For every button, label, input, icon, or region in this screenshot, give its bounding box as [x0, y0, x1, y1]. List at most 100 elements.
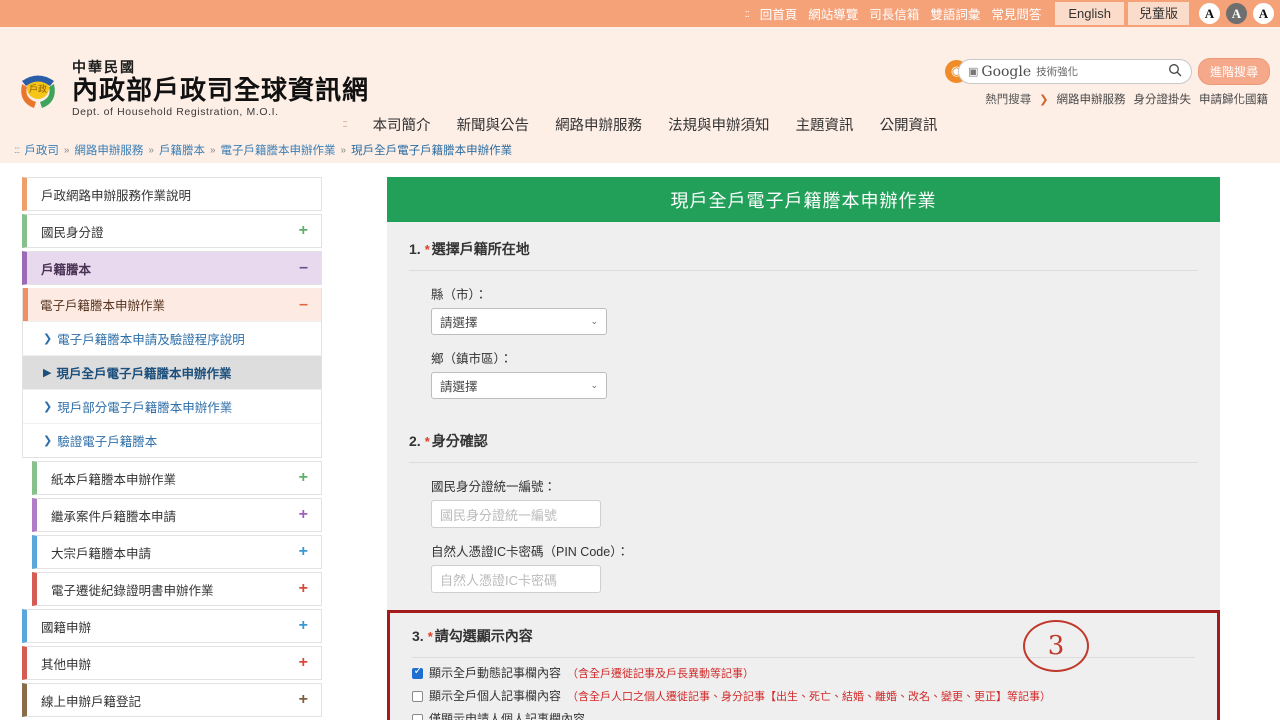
top-link-mailbox[interactable]: 司長信箱	[869, 4, 919, 23]
search-area: ▣ Google 技術強化 進階搜尋	[957, 58, 1270, 85]
nav-item-topics[interactable]: 主題資訊	[796, 114, 854, 135]
sidebar-item-household-transcript[interactable]: 戶籍謄本 –	[22, 251, 322, 285]
sidebar-item-label: 國民身分證	[41, 225, 104, 240]
chevron-right-icon: ❯	[43, 435, 53, 447]
advanced-search-button[interactable]: 進階搜尋	[1197, 58, 1270, 85]
sidebar-item-label: 戶籍謄本	[41, 262, 92, 277]
plus-icon: +	[298, 222, 308, 239]
sidebar-subhead-label: 電子戶籍謄本申辦作業	[40, 299, 166, 313]
form-section-3: 3. * 請勾選顯示內容 顯示全戶動態記事欄內容 （含全戶遷徙記事及戶長異動等記…	[387, 610, 1220, 720]
sidebar-leaf-partial-household[interactable]: ❯ 現戶部分電子戶籍謄本申辦作業	[23, 389, 321, 423]
breadcrumb-item-2[interactable]: 戶籍謄本	[159, 142, 205, 158]
sidebar-item-inheritance-transcript[interactable]: 繼承案件戶籍謄本申請 +	[32, 498, 322, 532]
nav-item-open-data[interactable]: 公開資訊	[880, 114, 938, 135]
breadcrumb-separator: »	[148, 144, 154, 156]
breadcrumb-item-1[interactable]: 網路申辦服務	[74, 142, 143, 158]
logo-subtitle: Dept. of Household Registration, M.O.I.	[72, 106, 279, 119]
sidebar-leaf-full-household-active[interactable]: ▶ 現戶全戶電子戶籍謄本申辦作業	[23, 355, 321, 389]
county-select[interactable]: 請選擇 ⌄	[431, 308, 607, 335]
sidebar-leaf-label: 現戶全戶電子戶籍謄本申辦作業	[56, 367, 232, 381]
triangle-right-icon: ▶	[43, 367, 52, 379]
breadcrumb-item-0[interactable]: 戶政司	[24, 142, 59, 158]
required-marker: *	[427, 629, 433, 644]
site-logo[interactable]: 戶政 中華民國 內政部戶政司全球資訊網 Dept. of Household R…	[12, 57, 369, 118]
option-row-applicant-only: 僅顯示申請人個人記事欄內容	[412, 710, 1217, 720]
sidebar-item-national-id[interactable]: 國民身分證 +	[22, 214, 322, 248]
content-area: 戶政網路申辦服務作業說明 國民身分證 + 戶籍謄本 – 電子戶籍謄本申辦作業 –…	[0, 163, 1280, 720]
sidebar-leaf-label: 驗證電子戶籍謄本	[57, 435, 158, 449]
section-number: 1.	[409, 241, 421, 257]
logo-title: 內政部戶政司全球資訊網	[72, 76, 370, 106]
hot-link-naturalization[interactable]: 申請歸化國籍	[1199, 91, 1268, 107]
checkbox-applicant-only[interactable]	[412, 714, 423, 720]
option-note: （含全戶人口之個人遷徙記事、身分記事【出生、死亡、結婚、離婚、改名、變更、更正】…	[567, 691, 1052, 703]
logo-text-block: 中華民國 內政部戶政司全球資訊網 Dept. of Household Regi…	[72, 57, 369, 118]
chevron-down-icon: ⌄	[590, 380, 598, 390]
section-number: 2.	[409, 433, 421, 449]
section-1-title: 1. * 選擇戶籍所在地	[409, 239, 1198, 259]
chevron-down-icon: ⌄	[590, 316, 598, 326]
sidebar-item-bulk-transcript[interactable]: 大宗戶籍謄本申請 +	[32, 535, 322, 569]
sidebar-item-migration-record[interactable]: 電子遷徙紀錄證明書申辦作業 +	[32, 572, 322, 606]
national-id-input[interactable]: 國民身分證統一編號	[431, 500, 601, 528]
sidebar-item-service-guide[interactable]: 戶政網路申辦服務作業說明	[22, 177, 322, 211]
breadcrumb-separator: »	[209, 144, 216, 156]
pin-code-input[interactable]: 自然人憑證IC卡密碼	[431, 565, 601, 593]
chevron-right-icon: ❯	[43, 333, 53, 345]
breadcrumb-dots-icon: :::	[14, 144, 20, 156]
plus-icon: +	[298, 691, 308, 708]
english-version-button[interactable]: English	[1055, 1, 1124, 26]
top-link-home[interactable]: 回首頁	[760, 4, 798, 23]
top-link-faq[interactable]: 常見問答	[991, 4, 1041, 23]
display-options-group: 顯示全戶動態記事欄內容 （含全戶遷徙記事及戶長異動等記事） 顯示全戶個人記事欄內…	[390, 658, 1217, 720]
sidebar-item-other-services[interactable]: 其他申辦 +	[22, 646, 322, 680]
top-utility-bar: :: 回首頁 網站導覽 司長信箱 雙語詞彙 常見問答 English 兒童版 A…	[0, 0, 1280, 27]
option-row-household-personal: 顯示全戶個人記事欄內容 （含全戶人口之個人遷徙記事、身分記事【出生、死亡、結婚、…	[412, 687, 1217, 704]
search-icon[interactable]	[1168, 63, 1182, 80]
sidebar-leaf-verify-transcript[interactable]: ❯ 驗證電子戶籍謄本	[23, 423, 321, 457]
breadcrumb-separator: »	[63, 144, 70, 156]
plus-icon: +	[298, 469, 308, 486]
sidebar-leaf-application-guide[interactable]: ❯ 電子戶籍謄本申請及驗證程序說明	[23, 321, 321, 355]
sidebar-item-online-registration[interactable]: 線上申辦戶籍登記 +	[22, 683, 322, 717]
checkbox-household-dynamic[interactable]	[412, 666, 423, 679]
plus-icon: +	[298, 617, 308, 634]
sidebar-subhead-e-transcript[interactable]: 電子戶籍謄本申辦作業 –	[23, 288, 321, 321]
checkbox-household-personal[interactable]	[412, 691, 423, 702]
section-title-text: 身分確認	[431, 433, 488, 449]
county-select-value: 請選擇	[440, 316, 478, 330]
nav-item-news[interactable]: 新聞與公告	[457, 114, 530, 135]
top-link-sitemap[interactable]: 網站導覽	[808, 4, 858, 23]
township-select[interactable]: 請選擇 ⌄	[431, 372, 607, 399]
sidebar-leaf-label: 電子戶籍謄本申請及驗證程序說明	[57, 333, 245, 347]
top-link-glossary[interactable]: 雙語詞彙	[930, 4, 980, 23]
nav-item-about[interactable]: 本司簡介	[373, 114, 431, 135]
county-label: 縣（市）：	[431, 288, 488, 302]
font-size-medium-button[interactable]: A	[1226, 3, 1247, 24]
chevron-right-icon: ❯	[43, 401, 53, 413]
breadcrumb-item-current[interactable]: 現戶全戶電子戶籍謄本申辦作業	[351, 142, 512, 158]
sidebar-leaf-label: 現戶部分電子戶籍謄本申辦作業	[57, 401, 233, 415]
nav-item-online-service[interactable]: 網路申辦服務	[555, 114, 642, 135]
annotation-marker-3: 3	[1023, 620, 1089, 672]
form-section-1: 1. * 選擇戶籍所在地 縣（市）： 請選擇 ⌄ 鄉（鎮市區）： 請選擇 ⌄	[387, 222, 1220, 403]
font-size-controls: A A A	[1199, 3, 1274, 24]
font-size-large-button[interactable]: A	[1253, 3, 1274, 24]
sidebar-item-nationality[interactable]: 國籍申辦 +	[22, 609, 322, 643]
kids-version-button[interactable]: 兒童版	[1127, 1, 1189, 26]
font-size-small-button[interactable]: A	[1199, 3, 1220, 24]
nav-item-regulations[interactable]: 法規與申辦須知	[668, 114, 770, 135]
section-2-title: 2. * 身分確認	[409, 431, 1198, 451]
option-note: （含全戶遷徙記事及戶長異動等記事）	[567, 668, 755, 680]
breadcrumb-item-3[interactable]: 電子戶籍謄本申辦作業	[221, 142, 336, 158]
hot-link-id-lost[interactable]: 身分證掛失	[1134, 91, 1192, 107]
pin-code-label: 自然人憑證IC卡密碼（PIN Code）：	[431, 545, 629, 559]
sidebar-item-label: 國籍申辦	[41, 620, 92, 635]
required-marker: *	[424, 434, 430, 449]
section-number: 3.	[412, 628, 424, 644]
search-input[interactable]: ▣ Google 技術強化	[957, 59, 1192, 84]
sidebar-item-paper-transcript[interactable]: 紙本戶籍謄本申辦作業 +	[32, 461, 322, 495]
national-id-label: 國民身分證統一編號：	[431, 480, 557, 494]
hot-link-online-service[interactable]: 網路申辦服務	[1057, 91, 1126, 107]
section-title-text: 選擇戶籍所在地	[431, 241, 530, 257]
